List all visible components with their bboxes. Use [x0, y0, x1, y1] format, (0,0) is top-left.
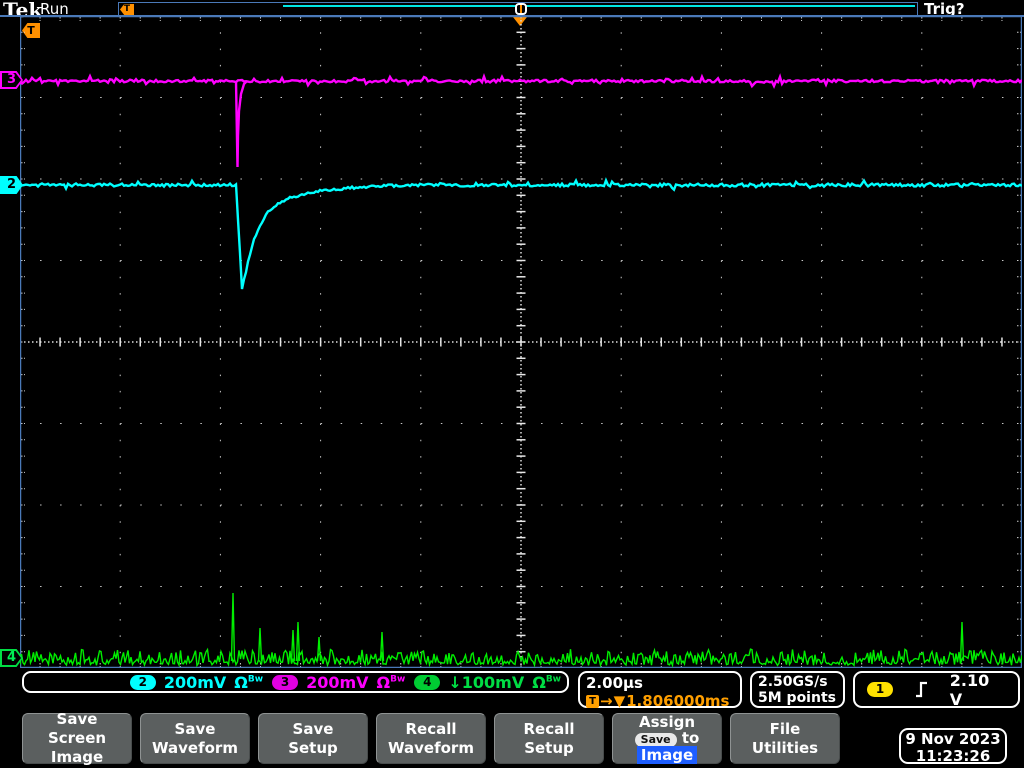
record-trigger-flag-icon[interactable]: T [120, 4, 134, 15]
record-waveform-indicator [283, 5, 915, 7]
assign-target-selected: Image [636, 746, 698, 764]
trigger-source-badge: 1 [867, 682, 893, 697]
assign-save-to-image-button[interactable]: Assign Save to Image [612, 713, 722, 764]
edge-slope-icon [916, 681, 927, 698]
expand-point-icon [515, 3, 527, 15]
save-key-icon: Save [634, 733, 677, 747]
delay-marker-icon: ▼ [613, 692, 626, 710]
date: 9 Nov 2023 [905, 730, 1001, 748]
ch3-scale: 200mV [306, 672, 369, 692]
record-view-bar[interactable]: T [118, 2, 918, 16]
ch2-scale: 200mV [163, 672, 227, 692]
save-setup-button[interactable]: Save Setup [258, 713, 368, 764]
ch2-badge: 2 [129, 674, 156, 690]
save-waveform-button[interactable]: Save Waveform [140, 713, 250, 764]
file-utilities-button[interactable]: File Utilities [730, 713, 840, 764]
ch4-scale: ↓100mV [448, 672, 525, 692]
ch3-impedance-bw-icon: ΩBw [376, 672, 406, 692]
sample-rate: 2.50GS/s [758, 674, 828, 690]
ch3-badge: 3 [272, 674, 299, 690]
ch4-readout: 4 ↓100mV ΩBw [414, 673, 561, 692]
graticule-waveform-area [20, 16, 1022, 668]
channel-4-marker[interactable]: 4 [0, 649, 23, 667]
date-time-display: 9 Nov 2023 11:23:26 [899, 728, 1007, 764]
recall-setup-button[interactable]: Recall Setup [494, 713, 604, 764]
channel-readouts: 2 200mV ΩBw 3 200mV ΩBw 4 ↓100mV ΩBw [22, 671, 569, 693]
acquisition-readout: 2.50GS/s 5M points [750, 671, 845, 708]
oscilloscope-screen: Tek Run Trig? T T 3 2 4 2 200mV ΩBw 3 20… [0, 0, 1024, 768]
record-length: 5M points [758, 690, 836, 706]
timebase-delay: T → ▼ 1.806000ms [586, 692, 734, 710]
trigger-readout: 1 2.10 V [853, 670, 1020, 709]
delay-value: 1.806000ms [626, 692, 730, 710]
ch2-impedance-bw-icon: ΩBw [234, 672, 264, 692]
time: 11:23:26 [915, 746, 991, 765]
timebase-scale: 2.00µs [586, 674, 643, 692]
ch4-badge: 4 [414, 674, 441, 690]
delay-arrow-icon: → [600, 692, 613, 710]
channel-3-marker[interactable]: 3 [0, 71, 23, 89]
ch3-readout: 3 200mV ΩBw [272, 673, 405, 692]
channel-2-marker[interactable]: 2 [0, 176, 23, 194]
trigger-level-value: 2.10 V [949, 670, 990, 709]
delay-trigger-icon: T [586, 694, 599, 708]
ch4-impedance-bw-icon: ΩBw [532, 672, 561, 692]
save-screen-image-button[interactable]: Save Screen Image [22, 710, 132, 766]
timebase-readout: 2.00µs T → ▼ 1.806000ms [578, 671, 742, 710]
recall-waveform-button[interactable]: Recall Waveform [376, 713, 486, 764]
ch2-readout: 2 200mV ΩBw [129, 672, 264, 692]
